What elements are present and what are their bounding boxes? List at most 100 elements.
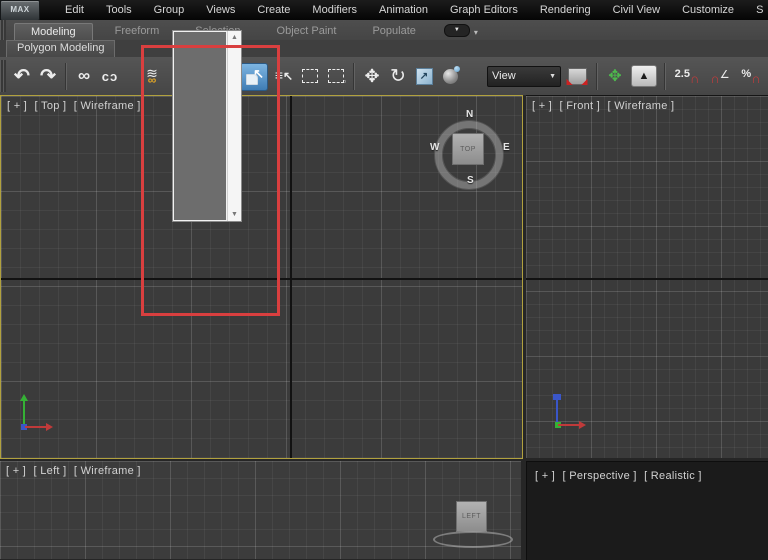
viewcube-top-face[interactable]: TOP [452, 133, 484, 165]
main-toolbar: ↶ ↷ ∞ cɔ ≋ ∞ ▼ ↖ ≡↖ ▫ ✥ ↻ [0, 57, 768, 96]
undo-icon: ↶ [14, 65, 30, 88]
tab-freeform[interactable]: Freeform [101, 23, 174, 40]
viewport-left[interactable]: [ + ] [ Left ] [ Wireframe ] LEFT [0, 461, 521, 559]
unlink-icon: cɔ [102, 69, 118, 84]
viewport-perspective[interactable]: [ + ] [ Perspective ] [ Realistic ] [526, 461, 768, 560]
scroll-up-icon[interactable]: ▲ [228, 34, 241, 41]
viewport-name-button[interactable]: [ Left ] [34, 465, 67, 477]
menu-rendering[interactable]: Rendering [529, 0, 602, 20]
percent-snap-toggle-button[interactable]: %∩ [737, 63, 765, 89]
snap-value-label: 2.5 [675, 68, 690, 80]
viewport-shading-button[interactable]: [ Wireframe ] [74, 465, 141, 477]
highlight-rectangle [141, 45, 280, 316]
undo-button[interactable]: ↶ [10, 63, 34, 89]
window-crossing-toggle-button[interactable]: ▫ [324, 63, 348, 89]
angle-snap-toggle-button[interactable]: ∩∠ [705, 63, 735, 89]
keyboard-override-icon: ▲ [631, 65, 657, 87]
viewport-menu-button[interactable]: [ + ] [7, 100, 27, 112]
ribbon-drag-grip[interactable] [0, 20, 6, 40]
coord-system-value: View [492, 70, 516, 82]
axis-tripod-front [546, 392, 590, 436]
viewport-name-button[interactable]: [ Front ] [560, 100, 601, 112]
viewport-front-label: [ + ] [ Front ] [ Wireframe ] [532, 100, 678, 112]
select-and-move-button[interactable]: ✥ [360, 63, 384, 89]
toolbar-separator [596, 63, 598, 90]
menu-tools[interactable]: Tools [95, 0, 143, 20]
menu-create[interactable]: Create [246, 0, 301, 20]
select-and-link-button[interactable]: ∞ [72, 63, 96, 89]
percent-symbol: % [741, 68, 751, 80]
redo-button[interactable]: ↷ [36, 63, 60, 89]
select-and-manipulate-button[interactable]: ✥ [603, 63, 627, 89]
snaps-toggle-button[interactable]: 2.5∩ [671, 63, 703, 89]
ribbon-overflow-caret-icon[interactable]: ▾ [474, 28, 478, 37]
viewcube-left[interactable]: LEFT [425, 491, 520, 559]
rectangular-region-icon [302, 69, 318, 83]
menu-modifiers[interactable]: Modifiers [301, 0, 368, 20]
scale-icon: ↗ [416, 68, 433, 85]
rectangular-selection-region-button[interactable] [298, 63, 322, 89]
select-and-rotate-button[interactable]: ↻ [386, 63, 410, 89]
compass-south-label[interactable]: S [467, 175, 474, 186]
viewport-shading-button[interactable]: [ Wireframe ] [74, 100, 141, 112]
viewport-shading-button[interactable]: [ Realistic ] [644, 470, 702, 482]
keyboard-shortcut-override-button[interactable]: ▲ [629, 63, 659, 89]
axis-x-icon [46, 423, 53, 431]
viewport-shading-button[interactable]: [ Wireframe ] [607, 100, 674, 112]
tab-object-paint[interactable]: Object Paint [263, 23, 351, 40]
viewport-front[interactable]: [ + ] [ Front ] [ Wireframe ] [526, 95, 768, 458]
unlink-selection-button[interactable]: cɔ [98, 63, 122, 89]
ribbon-minimize-icon[interactable]: ▼ [444, 24, 470, 37]
viewport-menu-button[interactable]: [ + ] [535, 470, 555, 482]
percent-magnet-icon: ∩ [751, 74, 760, 84]
viewport-top-label: [ + ] [ Top ] [ Wireframe ] [7, 100, 145, 112]
viewport-menu-button[interactable]: [ + ] [6, 465, 26, 477]
grid-origin-line-vertical [290, 96, 292, 458]
menu-civil-view[interactable]: Civil View [602, 0, 671, 20]
menu-graph-editors[interactable]: Graph Editors [439, 0, 529, 20]
viewcube-top[interactable]: N E S W TOP [426, 109, 516, 199]
select-and-scale-button[interactable]: ↗ [412, 63, 436, 89]
viewport-name-button[interactable]: [ Top ] [35, 100, 67, 112]
viewport-name-button[interactable]: [ Perspective ] [563, 470, 637, 482]
toolbar-separator [65, 63, 67, 90]
toolbar-drag-grip[interactable] [0, 60, 6, 92]
window-crossing-icon: ▫ [328, 69, 344, 83]
menu-animation[interactable]: Animation [368, 0, 439, 20]
menu-scripting-clipped[interactable]: S [745, 0, 768, 20]
select-and-place-button[interactable] [438, 63, 462, 89]
compass-north-label[interactable]: N [466, 109, 473, 120]
move-icon: ✥ [364, 66, 379, 87]
manipulate-icon: ✥ [608, 66, 621, 86]
tab-populate[interactable]: Populate [358, 23, 429, 40]
place-sphere-icon [443, 69, 458, 84]
use-pivot-point-center-button[interactable]: ◣ ◢ [563, 63, 591, 89]
reference-coordinate-system-dropdown[interactable]: View ▼ [487, 66, 561, 87]
rotate-icon: ↻ [390, 65, 406, 88]
viewport-left-label: [ + ] [ Left ] [ Wireframe ] [6, 465, 145, 477]
axis-tripod-top [13, 394, 57, 438]
menu-group[interactable]: Group [143, 0, 196, 20]
panel-tab-polygon-modeling[interactable]: Polygon Modeling [6, 40, 115, 57]
tab-modeling[interactable]: Modeling [14, 23, 93, 40]
ribbon-panel-row: Polygon Modeling [0, 40, 768, 57]
viewcube-compass-ellipse[interactable] [433, 531, 513, 548]
compass-west-label[interactable]: W [430, 142, 439, 153]
toolbar-separator [353, 63, 355, 90]
link-icon: ∞ [78, 66, 90, 86]
menu-customize[interactable]: Customize [671, 0, 745, 20]
grid-origin-line-horizontal [526, 278, 768, 280]
menu-edit[interactable]: Edit [54, 0, 95, 20]
viewport-perspective-label: [ + ] [ Perspective ] [ Realistic ] [535, 470, 706, 482]
menu-views[interactable]: Views [195, 0, 246, 20]
angle-symbol: ∠ [720, 68, 730, 81]
toolbar-separator [664, 63, 666, 90]
ribbon-tab-row: Modeling Freeform Selection Object Paint… [0, 20, 768, 40]
coord-dropdown-arrow-icon: ▼ [549, 73, 556, 80]
viewport-menu-button[interactable]: [ + ] [532, 100, 552, 112]
snap-magnet-icon: ∩ [690, 74, 699, 84]
viewcube-left-face[interactable]: LEFT [456, 501, 487, 532]
angle-magnet-icon: ∩ [710, 74, 719, 84]
max-logo-button[interactable]: MAX [0, 0, 40, 21]
compass-east-label[interactable]: E [503, 142, 510, 153]
